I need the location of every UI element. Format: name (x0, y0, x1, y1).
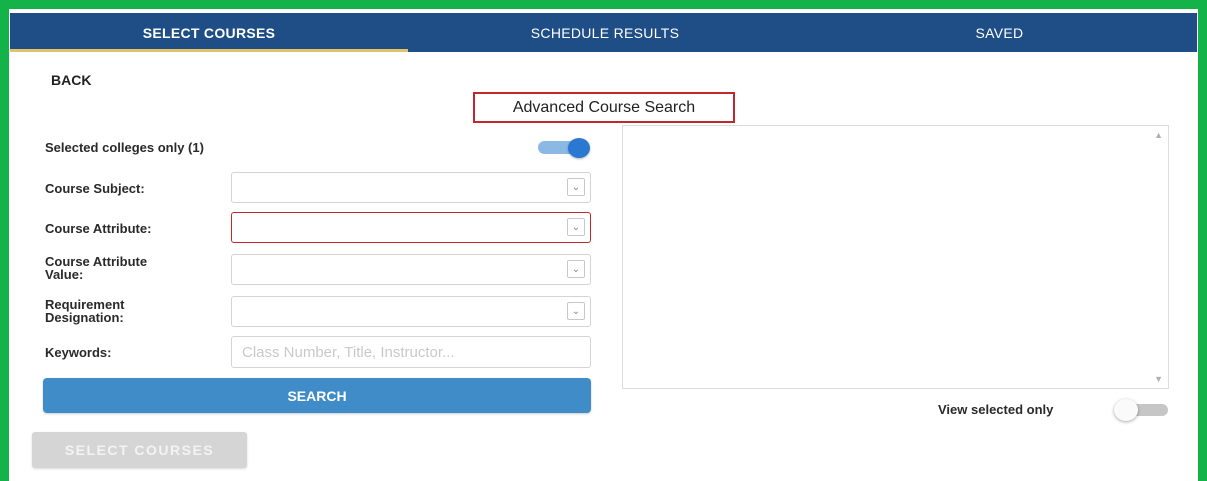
scroll-up-icon[interactable]: ▲ (1154, 130, 1163, 140)
course-attribute-value-label: Course Attribute Value: (45, 255, 147, 281)
course-attribute-value-select[interactable]: ⌄ (231, 254, 591, 285)
scroll-down-icon[interactable]: ▼ (1154, 374, 1163, 384)
view-selected-toggle[interactable] (1114, 399, 1170, 421)
chevron-down-icon: ⌄ (567, 260, 585, 278)
results-panel[interactable]: ▲ ▼ (622, 125, 1169, 389)
toggle-knob (568, 138, 590, 158)
course-attribute-label: Course Attribute: (45, 221, 152, 236)
back-link[interactable]: BACK (51, 72, 91, 88)
view-selected-label: View selected only (938, 402, 1054, 417)
requirement-designation-select[interactable]: ⌄ (231, 296, 591, 327)
toggle-knob (1114, 399, 1138, 421)
requirement-designation-label: Requirement Designation: (45, 298, 124, 324)
course-attribute-value-label-line2: Value: (45, 267, 84, 282)
selected-colleges-toggle[interactable] (538, 138, 590, 158)
search-button[interactable]: SEARCH (43, 378, 591, 413)
requirement-label-line2: Designation: (45, 310, 124, 325)
top-tab-bar: SELECT COURSES SCHEDULE RESULTS SAVED (10, 13, 1197, 52)
tab-saved[interactable]: SAVED (802, 13, 1197, 52)
course-subject-select[interactable]: ⌄ (231, 172, 591, 203)
chevron-down-icon: ⌄ (567, 302, 585, 320)
keywords-input[interactable] (231, 336, 591, 368)
tab-select-courses[interactable]: SELECT COURSES (10, 13, 408, 52)
course-attribute-select[interactable]: ⌄ (231, 212, 591, 243)
chevron-down-icon: ⌄ (567, 178, 585, 196)
tab-schedule-results[interactable]: SCHEDULE RESULTS (408, 13, 802, 52)
advanced-search-title: Advanced Course Search (473, 92, 735, 123)
keywords-label: Keywords: (45, 345, 112, 360)
select-courses-button[interactable]: SELECT COURSES (32, 432, 247, 468)
selected-colleges-label: Selected colleges only (1) (45, 140, 204, 155)
course-subject-label: Course Subject: (45, 181, 145, 196)
chevron-down-icon: ⌄ (567, 218, 585, 236)
